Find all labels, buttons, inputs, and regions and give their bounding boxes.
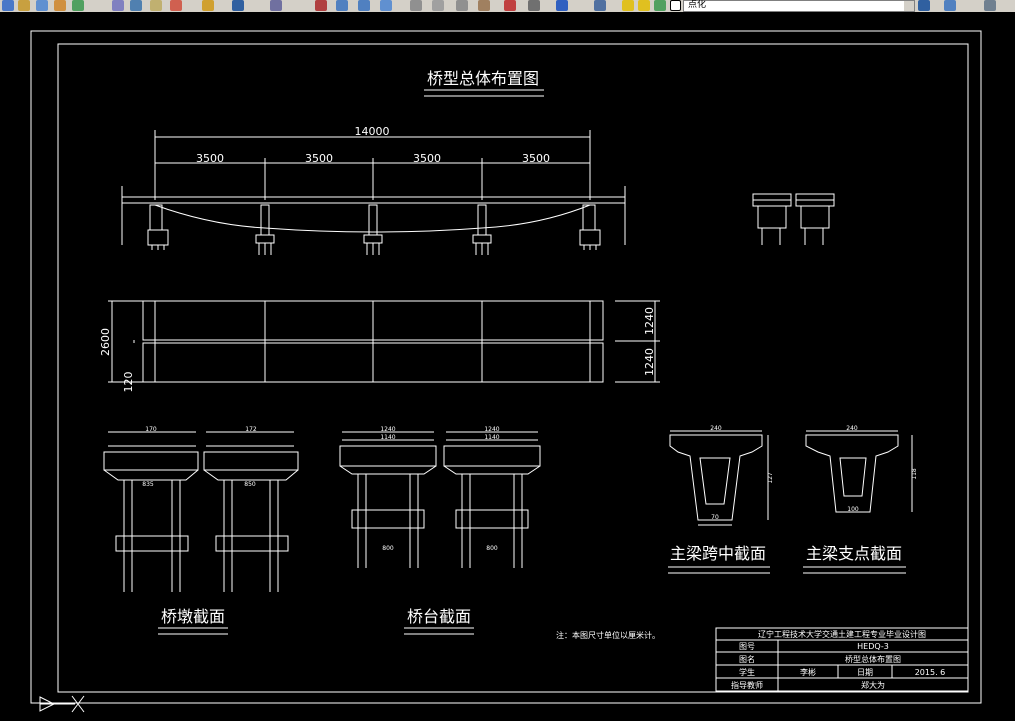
abutment-dim-800b: 800 <box>486 545 498 552</box>
span-dim-2: 3500 <box>305 152 333 165</box>
title-block-label-drawing-no: 图号 <box>739 642 755 651</box>
layer-manager-icon[interactable] <box>594 0 606 11</box>
layer-previous-icon[interactable] <box>944 0 956 11</box>
zoom-previous-icon[interactable] <box>54 0 66 11</box>
design-center-icon[interactable] <box>112 0 124 11</box>
pier-dim-835: 835 <box>142 481 154 488</box>
span-dim-3: 3500 <box>413 152 441 165</box>
girder-support-bottom: 100 <box>847 506 859 513</box>
layer-lock-icon[interactable] <box>654 0 666 11</box>
girder-mid-bottom: 70 <box>711 514 719 521</box>
quickcalc-icon[interactable] <box>478 0 490 11</box>
drawing-title: 桥型总体布置图 <box>427 69 539 88</box>
chevron-down-icon[interactable] <box>904 1 914 11</box>
zoom-out-icon[interactable] <box>358 0 370 11</box>
plan-width-dim: 2600 <box>99 328 112 356</box>
pier-top-dim-1: 170 <box>145 426 157 433</box>
girder-mid-height: 127 <box>767 472 774 484</box>
zoom-in-icon[interactable] <box>336 0 348 11</box>
layer-dropdown[interactable]: 点化 <box>683 0 915 12</box>
girder-support-label: 主梁支点截面 <box>806 544 902 563</box>
match-properties-icon[interactable] <box>202 0 214 11</box>
layer-state-icon[interactable] <box>918 0 930 11</box>
overall-dim: 14000 <box>355 125 390 138</box>
girder-mid-label: 主梁跨中截面 <box>670 544 766 563</box>
zoom-realtime-icon[interactable] <box>18 0 30 11</box>
plan-gap-dim: 120 <box>122 372 135 393</box>
layer-name: 点化 <box>688 0 707 10</box>
abutment-section-label: 桥台截面 <box>407 607 471 626</box>
abutment-dim-800: 800 <box>382 545 394 552</box>
plan-half-dim-2: 1240 <box>643 348 656 376</box>
properties-icon[interactable] <box>72 0 84 11</box>
abutment-top-dim-3: 1240 <box>484 426 499 433</box>
title-block-value-date: 2015. 6 <box>915 668 946 677</box>
title-block-header: 辽宁工程技术大学交通土建工程专业毕业设计图 <box>758 629 926 639</box>
calculator-icon[interactable] <box>150 0 162 11</box>
pan-icon[interactable] <box>2 0 14 11</box>
layer-on-icon[interactable] <box>622 0 634 11</box>
sheet-set-icon[interactable] <box>432 0 444 11</box>
tool-palettes-icon[interactable] <box>130 0 142 11</box>
redo-icon[interactable] <box>270 0 282 11</box>
title-block-value-drawing-name: 桥型总体布置图 <box>845 654 901 664</box>
pier-dim-850: 850 <box>244 481 256 488</box>
grid-icon[interactable] <box>528 0 540 11</box>
title-block-value-advisor: 郑大为 <box>861 680 885 690</box>
title-block-label-student: 学生 <box>739 667 755 677</box>
layer-freeze-icon[interactable] <box>638 0 650 11</box>
title-block-label-advisor: 指导教师 <box>731 680 763 690</box>
help-icon[interactable] <box>556 0 568 11</box>
zoom-window-icon[interactable] <box>36 0 48 11</box>
pier-section-label: 桥墩截面 <box>161 607 225 626</box>
layer-states-icon[interactable] <box>410 0 422 11</box>
span-dim-4: 3500 <box>522 152 550 165</box>
girder-support-height: 118 <box>911 468 918 480</box>
layer-color-icon[interactable] <box>670 0 681 11</box>
markup-set-icon[interactable] <box>456 0 468 11</box>
abutment-top-dim-4: 1140 <box>484 434 499 441</box>
table-icon[interactable] <box>504 0 516 11</box>
abutment-top-dim-1: 1240 <box>380 426 395 433</box>
drawing-note: 注：本图尺寸单位以厘米计。 <box>556 630 660 640</box>
pier-top-dim-2: 172 <box>245 426 257 433</box>
title-block-label-drawing-name: 图名 <box>739 654 755 664</box>
pan-realtime-icon[interactable] <box>315 0 327 11</box>
plan-half-dim-1: 1240 <box>643 307 656 335</box>
abutment-top-dim-2: 1140 <box>380 434 395 441</box>
markup-icon[interactable] <box>170 0 182 11</box>
title-block-label-date: 日期 <box>857 668 873 677</box>
undo-icon[interactable] <box>232 0 244 11</box>
title-block-value-drawing-no: HEDQ-3 <box>857 642 889 651</box>
title-block-value-student: 李彬 <box>800 667 816 677</box>
span-dim-1: 3500 <box>196 152 224 165</box>
drawing-canvas[interactable]: 桥型总体布置图 14000 3500 3500 3500 3500 2600 1… <box>0 12 1015 721</box>
girder-support-width: 240 <box>846 425 858 432</box>
girder-mid-width: 240 <box>710 425 722 432</box>
zoom-extents-icon[interactable] <box>380 0 392 11</box>
properties-panel-icon[interactable] <box>984 0 996 11</box>
